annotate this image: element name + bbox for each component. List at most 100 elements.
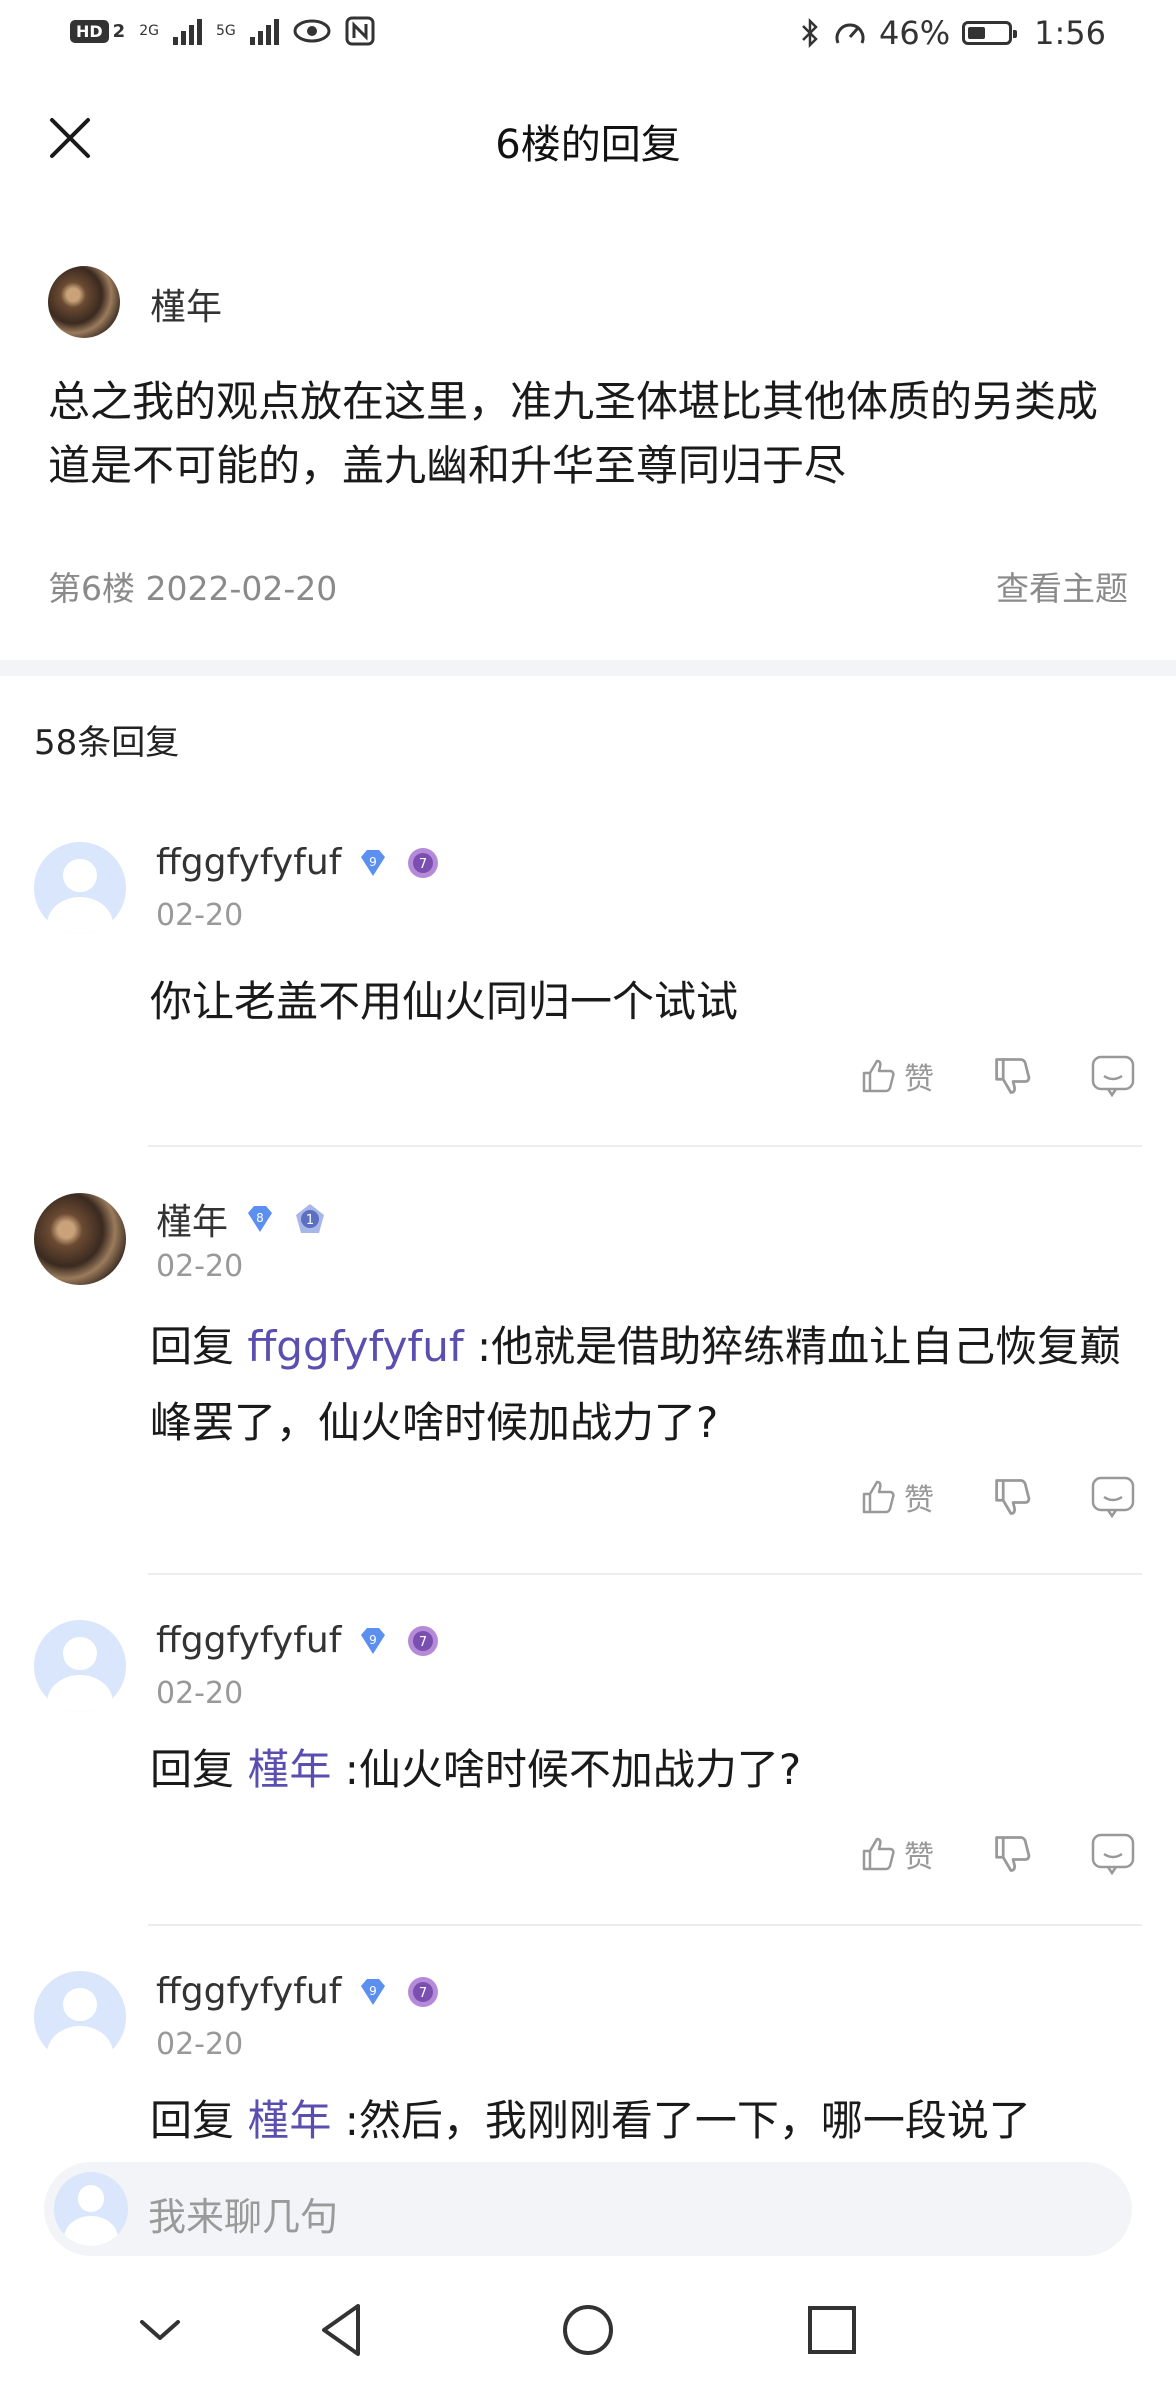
status-right: 46% 1:56 (799, 14, 1106, 52)
vip-diamond-badge-icon: 9 (361, 1627, 386, 1654)
recents-square-icon[interactable] (792, 2290, 872, 2370)
mention-link[interactable]: ffggfyfyfuf (247, 1322, 463, 1371)
vip-diamond-badge-icon: 8 (248, 1206, 273, 1232)
reply-author[interactable]: 槿年 (156, 1193, 228, 1245)
like-button[interactable]: 赞 (858, 1832, 934, 1876)
avatar[interactable] (34, 1193, 126, 1285)
mention-link[interactable]: 槿年 (247, 2096, 331, 2140)
thumbs-up-icon (862, 1837, 895, 1871)
battery-percent: 46% (879, 14, 951, 52)
vip-level-text: 9 (370, 1984, 378, 1998)
reply-author[interactable]: ffggfyfyfuf (156, 1620, 341, 1661)
reply-date: 02-20 (156, 1676, 244, 1711)
reply-date: 02-20 (156, 1249, 244, 1284)
user-level-text: 7 (419, 1986, 427, 2001)
eye-icon (293, 19, 331, 43)
bluetooth-icon (802, 17, 818, 49)
status-left: HD 2 2G 5G (70, 16, 375, 46)
signal-icon-1 (172, 17, 202, 45)
level-badge-icon: 7 (408, 1625, 439, 1656)
level-badge-icon: 1 (296, 1204, 325, 1233)
level-badge-icon: 7 (408, 1976, 439, 2007)
like-button[interactable]: 赞 (858, 1054, 934, 1098)
main-post-author[interactable]: 槿年 (150, 278, 222, 330)
vip-diamond-badge-icon: 9 (361, 849, 386, 876)
avatar[interactable] (48, 266, 120, 338)
level-badge-icon: 7 (408, 847, 439, 878)
thumbs-down-icon[interactable] (990, 1054, 1034, 1098)
thumbs-down-icon[interactable] (990, 1475, 1034, 1519)
reply-item: ffggfyfyfuf 9 7 02-20 回复 槿年 :然后，我刚刚看了一下，… (0, 1971, 1176, 2140)
reply-prefix: 回复 (150, 2096, 248, 2140)
comment-bar: 我来聊几句 (0, 2140, 1176, 2260)
reply-date: 02-20 (156, 898, 244, 933)
reply-author-row: 槿年 8 1 (156, 1193, 328, 1245)
vip-level-text: 9 (370, 855, 378, 869)
hd-badge: HD (70, 19, 109, 43)
comment-input[interactable]: 我来聊几句 (44, 2162, 1132, 2256)
reply-text: 你让老盖不用仙火同归一个试试 (150, 964, 1140, 1040)
reply-actions: 赞 (858, 1475, 1136, 1519)
reply-text: 回复 槿年 :仙火啥时候不加战力了? (150, 1732, 1140, 1808)
comment-icon[interactable] (1090, 1832, 1136, 1876)
reply-body: 你让老盖不用仙火同归一个试试 (150, 977, 739, 1026)
home-circle-icon[interactable] (548, 2290, 628, 2370)
avatar[interactable] (34, 842, 126, 934)
nfc-icon (345, 16, 375, 46)
system-nav-bar (0, 2260, 1176, 2400)
thumbs-down-icon[interactable] (990, 1832, 1034, 1876)
view-topic-link[interactable]: 查看主题 (996, 562, 1128, 610)
reply-text: 回复 槿年 :然后，我刚刚看了一下，哪一段说了 (150, 2083, 1140, 2140)
like-label: 赞 (904, 1062, 934, 1097)
hd-sim-number: 2 (112, 20, 126, 42)
main-post-floor-date: 第6楼 2022-02-20 (48, 569, 338, 608)
reply-actions: 赞 (858, 1832, 1136, 1876)
comment-icon[interactable] (1090, 1054, 1136, 1098)
main-post-content: 总之我的观点放在这里，准九圣体堪比其他体质的另类成道是不可能的，盖九幽和升华至尊… (48, 377, 1099, 490)
reply-separator (148, 1145, 1142, 1147)
user-level-text: 7 (419, 1635, 427, 1650)
comment-icon[interactable] (1090, 1475, 1136, 1519)
reply-author-row: ffggfyfyfuf 9 7 (156, 1971, 441, 2012)
like-button[interactable]: 赞 (858, 1475, 934, 1519)
user-level-text: 1 (306, 1213, 314, 1228)
back-triangle-icon[interactable] (302, 2290, 382, 2370)
reply-separator (148, 1924, 1142, 1926)
reply-prefix: 回复 (150, 1745, 248, 1794)
reply-body: :然后，我刚刚看了一下，哪一段说了 (331, 2096, 1031, 2140)
reply-count: 58条回复 (34, 723, 180, 763)
section-divider (0, 660, 1176, 676)
avatar (54, 2172, 128, 2246)
like-label: 赞 (904, 1840, 934, 1875)
vip-level-text: 9 (370, 1633, 378, 1647)
comment-input-placeholder: 我来聊几句 (148, 2195, 339, 2239)
battery-icon (962, 21, 1018, 45)
thumbs-up-icon (862, 1480, 895, 1514)
reply-author[interactable]: ffggfyfyfuf (156, 842, 341, 883)
thumbs-up-icon (862, 1059, 895, 1093)
reply-text: 回复 ffggfyfyfuf :他就是借助猝练精血让自己恢复巅峰罢了，仙火啥时候… (150, 1309, 1140, 1461)
reply-separator (148, 1573, 1142, 1575)
network-2g-label: 2G (139, 23, 159, 39)
signal-icon-2 (249, 17, 279, 45)
like-label: 赞 (904, 1483, 934, 1518)
user-level-text: 7 (419, 857, 427, 872)
mention-link[interactable]: 槿年 (247, 1745, 331, 1794)
vip-diamond-badge-icon: 9 (361, 1978, 386, 2005)
speedometer-icon (835, 23, 865, 44)
chevron-down-icon[interactable] (120, 2290, 200, 2370)
reply-author[interactable]: ffggfyfyfuf (156, 1971, 341, 2012)
reply-body: :仙火啥时候不加战力了? (331, 1745, 802, 1794)
hd-text: HD (76, 21, 103, 41)
reply-date: 02-20 (156, 2027, 244, 2062)
reply-author-row: ffggfyfyfuf 9 7 (156, 1620, 441, 1661)
avatar[interactable] (34, 1620, 126, 1712)
reply-prefix: 回复 (150, 1322, 248, 1371)
page-title: 6楼的回复 (495, 122, 681, 168)
vip-level-text: 8 (256, 1211, 264, 1225)
reply-actions: 赞 (858, 1054, 1136, 1098)
status-bar: HD 2 2G 5G 46% 1:56 (0, 0, 1176, 72)
network-5g-label: 5G (215, 23, 236, 39)
clock: 1:56 (1034, 14, 1106, 52)
avatar[interactable] (34, 1971, 126, 2063)
